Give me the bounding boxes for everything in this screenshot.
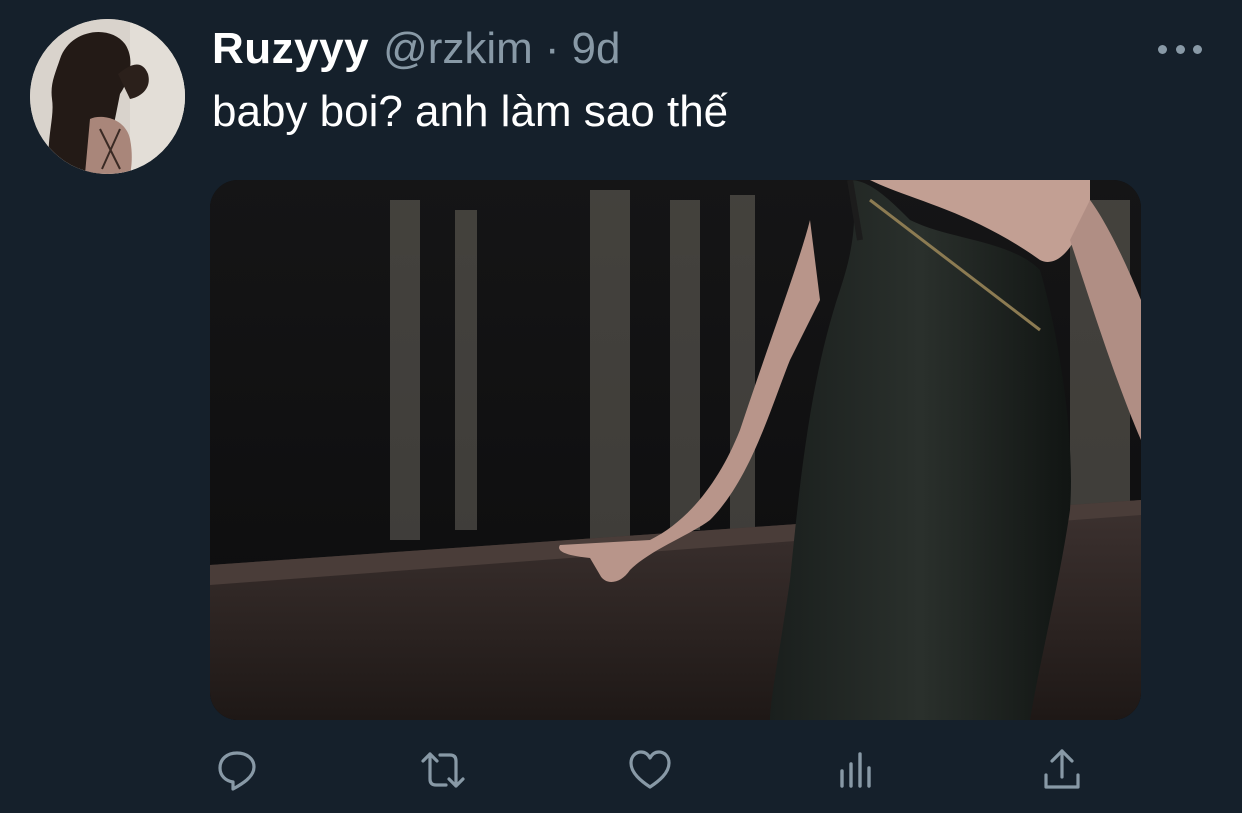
tweet-timestamp[interactable]: 9d [571,24,620,74]
retweet-button[interactable] [413,740,473,800]
retweet-icon [421,752,465,788]
display-name[interactable]: Ruzyyy [212,24,369,74]
reply-icon [218,751,256,791]
user-handle[interactable]: @rzkim [383,24,533,74]
avatar[interactable] [30,19,185,174]
analytics-icon [840,752,871,788]
share-button[interactable] [1032,740,1092,800]
share-icon [1044,749,1080,789]
like-button[interactable] [620,740,680,800]
more-horizontal-icon [1175,44,1185,54]
heart-icon [629,750,671,789]
more-options-button[interactable] [1158,38,1202,60]
tweet-header: Ruzyyy @rzkim · 9d [212,24,620,78]
more-horizontal-icon [1158,44,1167,54]
separator-dot: · [544,24,560,73]
analytics-button[interactable] [826,740,886,800]
tweet-text: baby boi? anh làm sao thế [212,87,729,136]
tweet-card: Ruzyyy @rzkim · 9d baby boi? anh làm sao… [0,0,1242,813]
more-horizontal-icon [1193,44,1202,54]
tweet-photo[interactable] [210,180,1141,720]
reply-button[interactable] [207,740,267,800]
tweet-actions [0,740,1242,800]
